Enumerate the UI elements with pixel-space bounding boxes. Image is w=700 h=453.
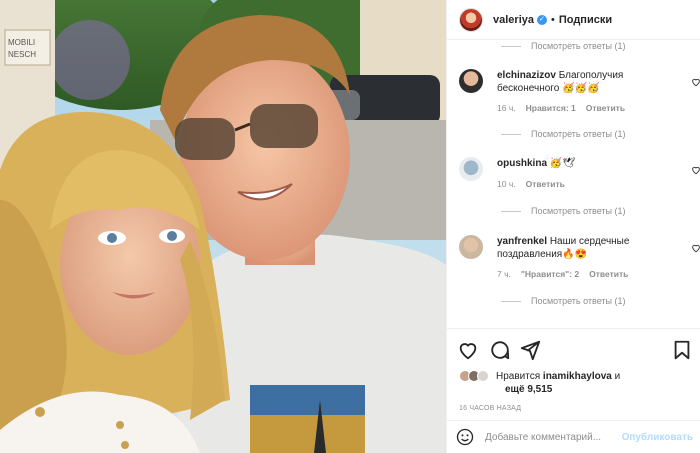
author-avatar[interactable] — [459, 7, 483, 32]
likes-suffix: и — [614, 370, 621, 382]
likes-summary: Нравится inamikhaylova и ещё 9,515 — [459, 370, 694, 395]
replies-divider — [501, 300, 521, 302]
post-photo[interactable]: MOBILI NESCH — [0, 0, 446, 453]
author-username[interactable]: valeriya — [493, 14, 534, 26]
liker-avatar[interactable] — [477, 370, 489, 382]
publish-button[interactable]: Опубликовать — [622, 432, 693, 443]
comment-body: opushkina 🥳🕊 — [497, 157, 677, 170]
verified-icon: ✓ — [536, 14, 547, 25]
emoji-icon[interactable] — [455, 427, 475, 447]
comment-input[interactable] — [485, 431, 622, 443]
post-timestamp[interactable]: 16 ЧАСОВ НАЗАД — [459, 405, 521, 412]
action-bar — [447, 328, 700, 368]
comment-text: 🥳🕊 — [549, 158, 575, 169]
bookmark-icon[interactable] — [671, 339, 693, 361]
heart-icon[interactable] — [691, 77, 700, 87]
post-header: valeriya ✓ • Подписки — [447, 0, 700, 40]
replies-divider — [501, 133, 521, 135]
view-replies-label: Посмотреть ответы (1) — [531, 41, 626, 51]
comment-username[interactable]: yanfrenkel — [497, 236, 547, 247]
add-comment-form: Опубликовать — [447, 420, 700, 453]
header-separator: • — [550, 13, 555, 26]
comment-meta: 16 ч. Нравится: 1 Ответить — [497, 103, 625, 113]
replies-divider — [501, 45, 521, 47]
view-replies-label: Посмотреть ответы (1) — [531, 206, 626, 216]
view-replies-button[interactable]: Посмотреть ответы (1) — [501, 41, 626, 51]
view-replies-label: Посмотреть ответы (1) — [531, 129, 626, 139]
comment-time[interactable]: 10 ч. — [497, 179, 516, 189]
svg-text:NESCH: NESCH — [8, 50, 36, 59]
comment-time[interactable]: 7 ч. — [497, 269, 511, 279]
reply-button[interactable]: Ответить — [586, 103, 625, 113]
comment-meta: 10 ч. Ответить — [497, 179, 565, 189]
heart-icon[interactable] — [691, 243, 700, 253]
comment-time[interactable]: 16 ч. — [497, 103, 516, 113]
svg-text:MOBILI: MOBILI — [8, 38, 35, 47]
likes-text: Нравится inamikhaylova и — [496, 371, 620, 382]
reply-button[interactable]: Ответить — [589, 269, 628, 279]
view-replies-button[interactable]: Посмотреть ответы (1) — [501, 296, 626, 306]
comment-likes[interactable]: Нравится: 1 — [526, 103, 576, 113]
comments-list[interactable]: Посмотреть ответы (1) elchinazizov Благо… — [447, 41, 700, 327]
following-button[interactable]: Подписки — [559, 14, 612, 26]
share-icon[interactable] — [519, 339, 541, 361]
comment-username[interactable]: opushkina — [497, 158, 547, 169]
commenter-avatar[interactable] — [459, 157, 483, 181]
replies-divider — [501, 210, 521, 212]
selfie-image: MOBILI NESCH — [0, 0, 446, 453]
commenter-avatar[interactable] — [459, 235, 483, 259]
heart-icon[interactable] — [457, 339, 479, 361]
heart-icon[interactable] — [691, 165, 700, 175]
post-side-panel: valeriya ✓ • Подписки Посмотреть ответы … — [446, 0, 700, 453]
likes-count[interactable]: ещё 9,515 — [505, 384, 694, 395]
view-replies-button[interactable]: Посмотреть ответы (1) — [501, 129, 626, 139]
comment-body: elchinazizov Благополучия бесконечного 🥳… — [497, 69, 677, 95]
comment-username[interactable]: elchinazizov — [497, 70, 556, 81]
comment-icon[interactable] — [489, 339, 511, 361]
view-replies-button[interactable]: Посмотреть ответы (1) — [501, 206, 626, 216]
comment-meta: 7 ч. "Нравится": 2 Ответить — [497, 269, 628, 279]
view-replies-label: Посмотреть ответы (1) — [531, 296, 626, 306]
comment-likes[interactable]: "Нравится": 2 — [521, 269, 579, 279]
likes-prefix: Нравится — [496, 370, 541, 382]
liker-username[interactable]: inamikhaylova — [543, 371, 612, 382]
commenter-avatar[interactable] — [459, 69, 483, 93]
comment-body: yanfrenkel Наши сердечные поздравления🔥😍 — [497, 235, 677, 261]
reply-button[interactable]: Ответить — [526, 179, 565, 189]
